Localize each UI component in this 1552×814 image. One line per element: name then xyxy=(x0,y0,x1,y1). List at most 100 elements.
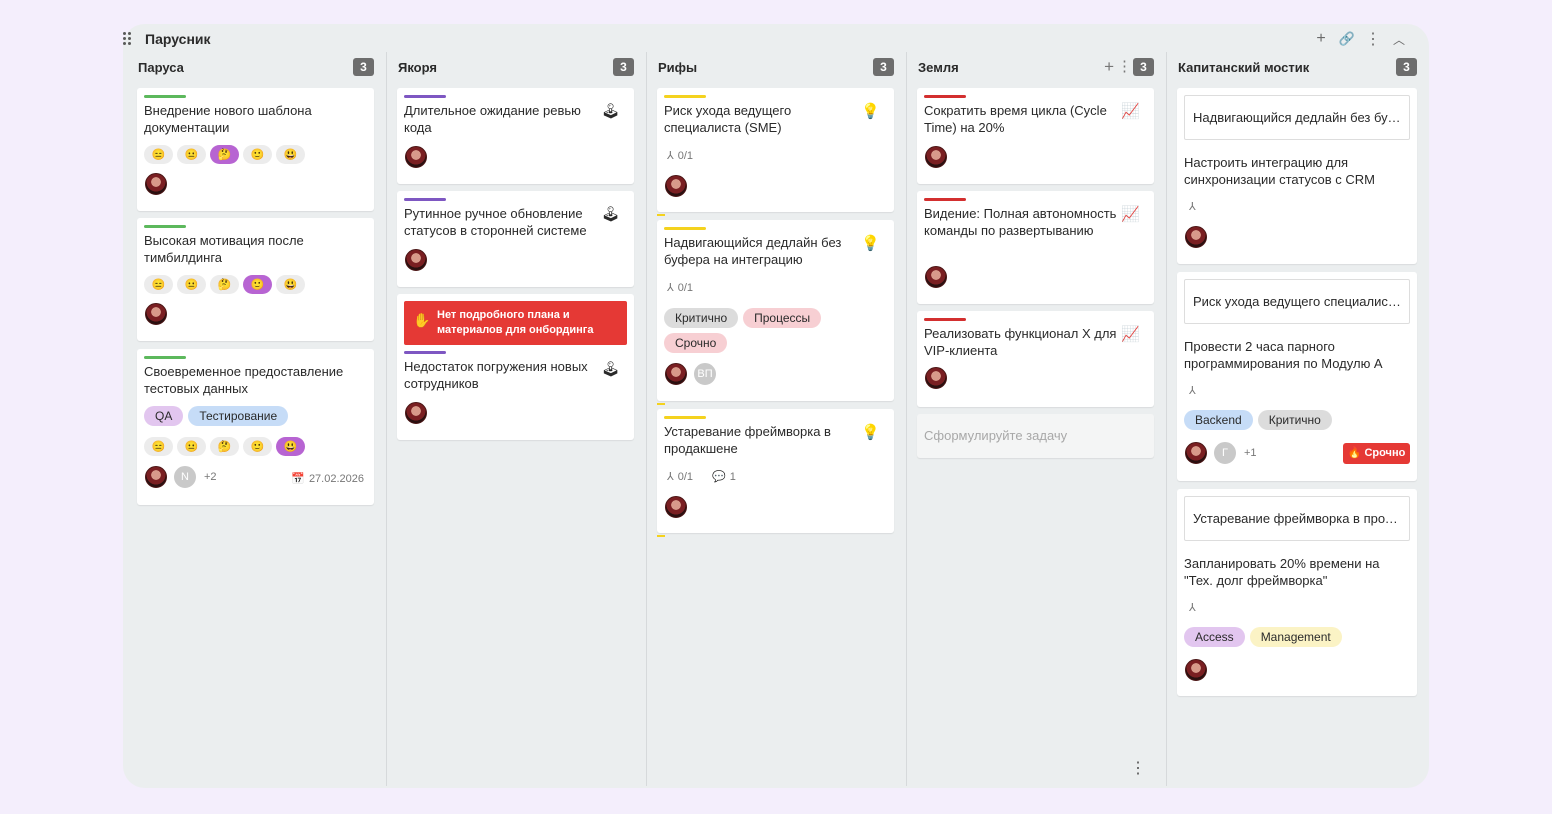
avatar[interactable] xyxy=(145,173,167,195)
link-icon[interactable]: 🔗 xyxy=(1337,29,1357,49)
raised-hand-icon: ✋ xyxy=(413,312,431,328)
subtasks-counter[interactable]: ⅄ 0/1 xyxy=(667,470,693,484)
trending-up-icon: 📈 xyxy=(1121,206,1140,223)
reaction-neutral-icon[interactable]: 😐 xyxy=(177,145,206,164)
alert-text: Нет подробного плана и материалов для он… xyxy=(437,309,594,336)
extra-assignees-count: +2 xyxy=(204,471,217,483)
task-card[interactable]: Длительное ожидание ревью кода 🕹 xyxy=(397,88,634,184)
board-header: Парусник + 🔗 ⋮ ︿ xyxy=(123,24,1429,54)
reaction-smile-icon[interactable]: 🙂 xyxy=(243,275,272,294)
avatar[interactable] xyxy=(1185,442,1207,464)
task-card[interactable]: Видение: Полная автономность команды по … xyxy=(917,191,1154,304)
extra-assignees-count: +1 xyxy=(1244,447,1257,459)
tag-urgent[interactable]: Срочно xyxy=(664,333,728,353)
avatar[interactable] xyxy=(925,367,947,389)
avatar-initial[interactable]: Г xyxy=(1214,442,1236,464)
reaction-expressionless-icon[interactable]: 😑 xyxy=(144,437,173,456)
task-card[interactable]: Устаревание фреймворка в продакшене Запл… xyxy=(1177,489,1417,696)
task-card[interactable]: Риск ухода ведущего специалиста (SME) 💡 … xyxy=(657,88,894,216)
add-task-plus-icon[interactable]: + xyxy=(1104,57,1114,77)
avatar[interactable] xyxy=(405,402,427,424)
subtasks-icon[interactable]: ⅄ xyxy=(1189,384,1196,397)
linked-task-box[interactable]: Риск ухода ведущего специалиста (SME) xyxy=(1184,279,1410,324)
reaction-thinking-icon[interactable]: 🤔 xyxy=(210,145,239,164)
comments-counter[interactable]: 💬 1 xyxy=(712,470,736,484)
subtasks-icon: ⅄ xyxy=(667,150,674,162)
avatar-initials[interactable]: ВП xyxy=(694,363,716,385)
task-card[interactable]: Надвигающийся дедлайн без буфера на инте… xyxy=(1177,88,1417,264)
avatar[interactable] xyxy=(145,303,167,325)
task-card[interactable]: Высокая мотивация после тимбилдинга 😑 😐 … xyxy=(137,218,374,341)
avatar[interactable] xyxy=(405,249,427,271)
task-card[interactable]: Надвигающийся дедлайн без буфера на инте… xyxy=(657,220,894,405)
task-card[interactable]: Риск ухода ведущего специалиста (SME) Пр… xyxy=(1177,272,1417,481)
reaction-neutral-icon[interactable]: 😐 xyxy=(177,275,206,294)
reaction-row: 😑 😐 🤔 🙂 😃 xyxy=(144,275,305,294)
avatar[interactable] xyxy=(1185,659,1207,681)
linked-task-box[interactable]: Устаревание фреймворка в продакшене xyxy=(1184,496,1410,541)
reaction-smile-icon[interactable]: 🙂 xyxy=(243,437,272,456)
card-title: Рутинное ручное обновление статусов в ст… xyxy=(404,206,587,238)
urgent-badge[interactable]: 🔥 Срочно xyxy=(1343,443,1410,464)
card-title: Недостаток погружения новых сотрудников xyxy=(404,359,588,391)
avatar[interactable] xyxy=(665,496,687,518)
reaction-expressionless-icon[interactable]: 😑 xyxy=(144,145,173,164)
card-color-strip xyxy=(144,95,186,98)
tag-backend[interactable]: Backend xyxy=(1184,410,1253,430)
card-title: Запланировать 20% времени на "Тех. долг … xyxy=(1184,556,1380,588)
task-card[interactable]: Внедрение нового шаблона документации 😑 … xyxy=(137,88,374,211)
avatar[interactable] xyxy=(925,146,947,168)
task-card[interactable]: Своевременное предоставление тестовых да… xyxy=(137,349,374,505)
column-count-badge: 3 xyxy=(353,58,374,76)
tag-testing[interactable]: Тестирование xyxy=(188,406,289,426)
reaction-grin-icon[interactable]: 😃 xyxy=(276,145,305,164)
column-anchors: Якоря 3 Длительное ожидание ревью кода 🕹… xyxy=(383,54,646,788)
tag-list: Критично Процессы Срочно xyxy=(664,308,844,353)
avatar[interactable] xyxy=(405,146,427,168)
reaction-grin-icon[interactable]: 😃 xyxy=(276,437,305,456)
reaction-thinking-icon[interactable]: 🤔 xyxy=(210,275,239,294)
more-vertical-icon[interactable]: ⋮ xyxy=(1130,758,1146,778)
more-vertical-icon[interactable]: ⋮ xyxy=(1363,29,1383,49)
avatar[interactable] xyxy=(145,466,167,488)
drag-handle-icon[interactable] xyxy=(123,32,133,46)
tag-management[interactable]: Management xyxy=(1249,627,1342,647)
avatar[interactable] xyxy=(925,266,947,288)
subtasks-counter[interactable]: ⅄ 0/1 xyxy=(667,149,693,163)
subtasks-value: 0/1 xyxy=(677,281,694,294)
task-card[interactable]: Рутинное ручное обновление статусов в ст… xyxy=(397,191,634,287)
joystick-icon: 🕹 xyxy=(600,206,620,223)
tag-processes[interactable]: Процессы xyxy=(743,308,822,328)
task-card[interactable]: ✋ Нет подробного плана и материалов для … xyxy=(397,294,634,440)
subtasks-icon[interactable]: ⅄ xyxy=(1189,601,1196,614)
card-edge-marker xyxy=(657,535,665,537)
avatar[interactable] xyxy=(665,175,687,197)
column-sails: Паруса 3 Внедрение нового шаблона докуме… xyxy=(123,54,386,788)
reaction-expressionless-icon[interactable]: 😑 xyxy=(144,275,173,294)
tag-qa[interactable]: QA xyxy=(144,406,184,426)
avatar[interactable] xyxy=(665,363,687,385)
alert-banner[interactable]: ✋ Нет подробного плана и материалов для … xyxy=(404,301,627,345)
task-card[interactable]: Сократить время цикла (Cycle Time) на 20… xyxy=(917,88,1154,184)
tag-access[interactable]: Access xyxy=(1184,627,1245,647)
task-card[interactable]: Устаревание фреймворка в продакшене 💡 ⅄ … xyxy=(657,409,894,537)
tag-critical[interactable]: Критично xyxy=(1257,410,1332,430)
reaction-smile-icon[interactable]: 🙂 xyxy=(243,145,272,164)
card-color-strip xyxy=(404,198,446,201)
plus-icon[interactable]: + xyxy=(1311,29,1331,49)
chevron-up-icon[interactable]: ︿ xyxy=(1389,29,1409,49)
linked-task-box[interactable]: Надвигающийся дедлайн без буфера на инте… xyxy=(1184,95,1410,140)
new-task-input[interactable]: Сформулируйте задачу xyxy=(917,414,1154,458)
reaction-thinking-icon[interactable]: 🤔 xyxy=(210,437,239,456)
due-date: 📅 27.02.2026 xyxy=(291,472,364,486)
reaction-neutral-icon[interactable]: 😐 xyxy=(177,437,206,456)
avatar-initial[interactable]: N xyxy=(174,466,196,488)
tag-list: Backend Критично xyxy=(1184,410,1332,430)
task-card[interactable]: Реализовать функционал X для VIP-клиента… xyxy=(917,311,1154,407)
reaction-grin-icon[interactable]: 😃 xyxy=(276,275,305,294)
subtasks-icon[interactable]: ⅄ xyxy=(1189,200,1196,213)
column-more-icon[interactable]: ⋮ xyxy=(1117,57,1132,75)
avatar[interactable] xyxy=(1185,226,1207,248)
tag-critical[interactable]: Критично xyxy=(664,308,739,328)
subtasks-counter[interactable]: ⅄ 0/1 xyxy=(667,281,694,295)
